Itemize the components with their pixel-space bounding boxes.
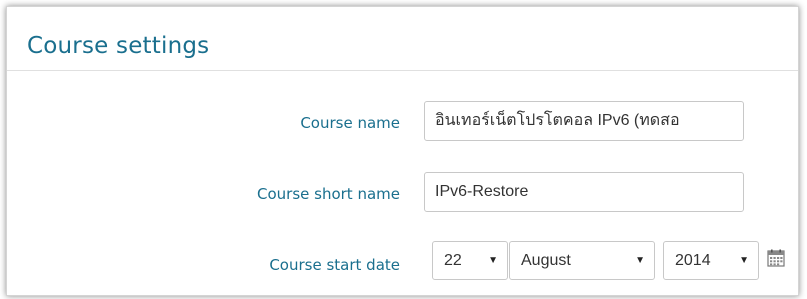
course-short-name-input[interactable]: IPv6-Restore [424,172,744,212]
course-settings-panel: Course settings Course name อินเทอร์เน็ต… [6,6,799,296]
section-divider [7,70,798,71]
start-month-select[interactable]: August ▼ [509,241,655,280]
course-short-name-label: Course short name [257,185,400,203]
chevron-down-icon: ▼ [488,255,498,266]
start-year-select[interactable]: 2014 ▼ [663,241,759,280]
chevron-down-icon: ▼ [635,255,645,266]
start-day-value: 22 [444,252,462,269]
calendar-icon[interactable] [767,249,785,267]
chevron-down-icon: ▼ [739,255,749,266]
start-month-value: August [521,252,571,269]
course-name-label: Course name [300,114,400,132]
section-heading[interactable]: Course settings [27,33,209,59]
course-name-input[interactable]: อินเทอร์เน็ตโปรโตคอล IPv6 (ทดสอ [424,101,744,141]
course-start-date-label: Course start date [269,256,400,274]
start-year-value: 2014 [675,252,711,269]
start-day-select[interactable]: 22 ▼ [432,241,508,280]
